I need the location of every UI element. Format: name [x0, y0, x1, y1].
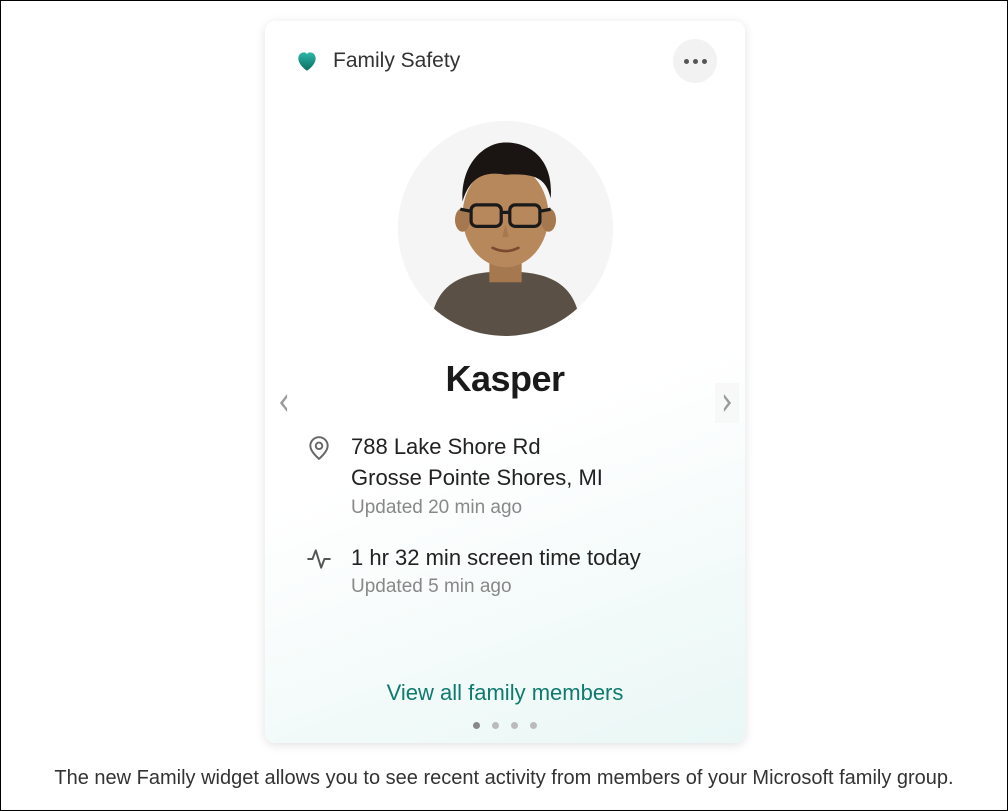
page-dot[interactable] — [511, 722, 518, 729]
avatar-section: Kasper — [293, 121, 717, 400]
next-member-arrow[interactable] — [715, 383, 739, 423]
screentime-updated: Updated 5 min ago — [351, 576, 717, 598]
ellipsis-icon — [693, 59, 698, 64]
pagination-dots — [293, 722, 717, 729]
screentime-row[interactable]: 1 hr 32 min screen time today Updated 5 … — [305, 543, 717, 599]
ellipsis-icon — [702, 59, 707, 64]
more-options-button[interactable] — [673, 39, 717, 83]
widget-header: Family Safety — [293, 41, 717, 81]
ellipsis-icon — [684, 59, 689, 64]
location-content: 788 Lake Shore Rd Grosse Pointe Shores, … — [351, 432, 717, 519]
location-line1: 788 Lake Shore Rd — [351, 432, 717, 463]
member-avatar[interactable] — [398, 121, 613, 336]
screentime-value: 1 hr 32 min screen time today — [351, 543, 717, 574]
page-dot[interactable] — [530, 722, 537, 729]
header-left: Family Safety — [293, 47, 460, 75]
caption-text: The new Family widget allows you to see … — [1, 767, 1007, 790]
footer-link-area: View all family members — [293, 680, 717, 729]
family-safety-heart-icon — [293, 47, 321, 75]
location-pin-icon — [305, 435, 333, 463]
info-section: 788 Lake Shore Rd Grosse Pointe Shores, … — [293, 432, 717, 622]
member-name: Kasper — [445, 358, 564, 400]
page-dot[interactable] — [492, 722, 499, 729]
location-updated: Updated 20 min ago — [351, 497, 717, 519]
screentime-content: 1 hr 32 min screen time today Updated 5 … — [351, 543, 717, 599]
activity-pulse-icon — [305, 546, 333, 574]
location-row[interactable]: 788 Lake Shore Rd Grosse Pointe Shores, … — [305, 432, 717, 519]
family-widget-card: Family Safety — [265, 21, 745, 743]
family-widget-container: Family Safety — [265, 21, 745, 743]
prev-member-arrow[interactable] — [271, 383, 295, 423]
view-all-link[interactable]: View all family members — [387, 680, 624, 705]
page-dot[interactable] — [473, 722, 480, 729]
widget-title: Family Safety — [333, 49, 460, 73]
location-line2: Grosse Pointe Shores, MI — [351, 463, 717, 494]
